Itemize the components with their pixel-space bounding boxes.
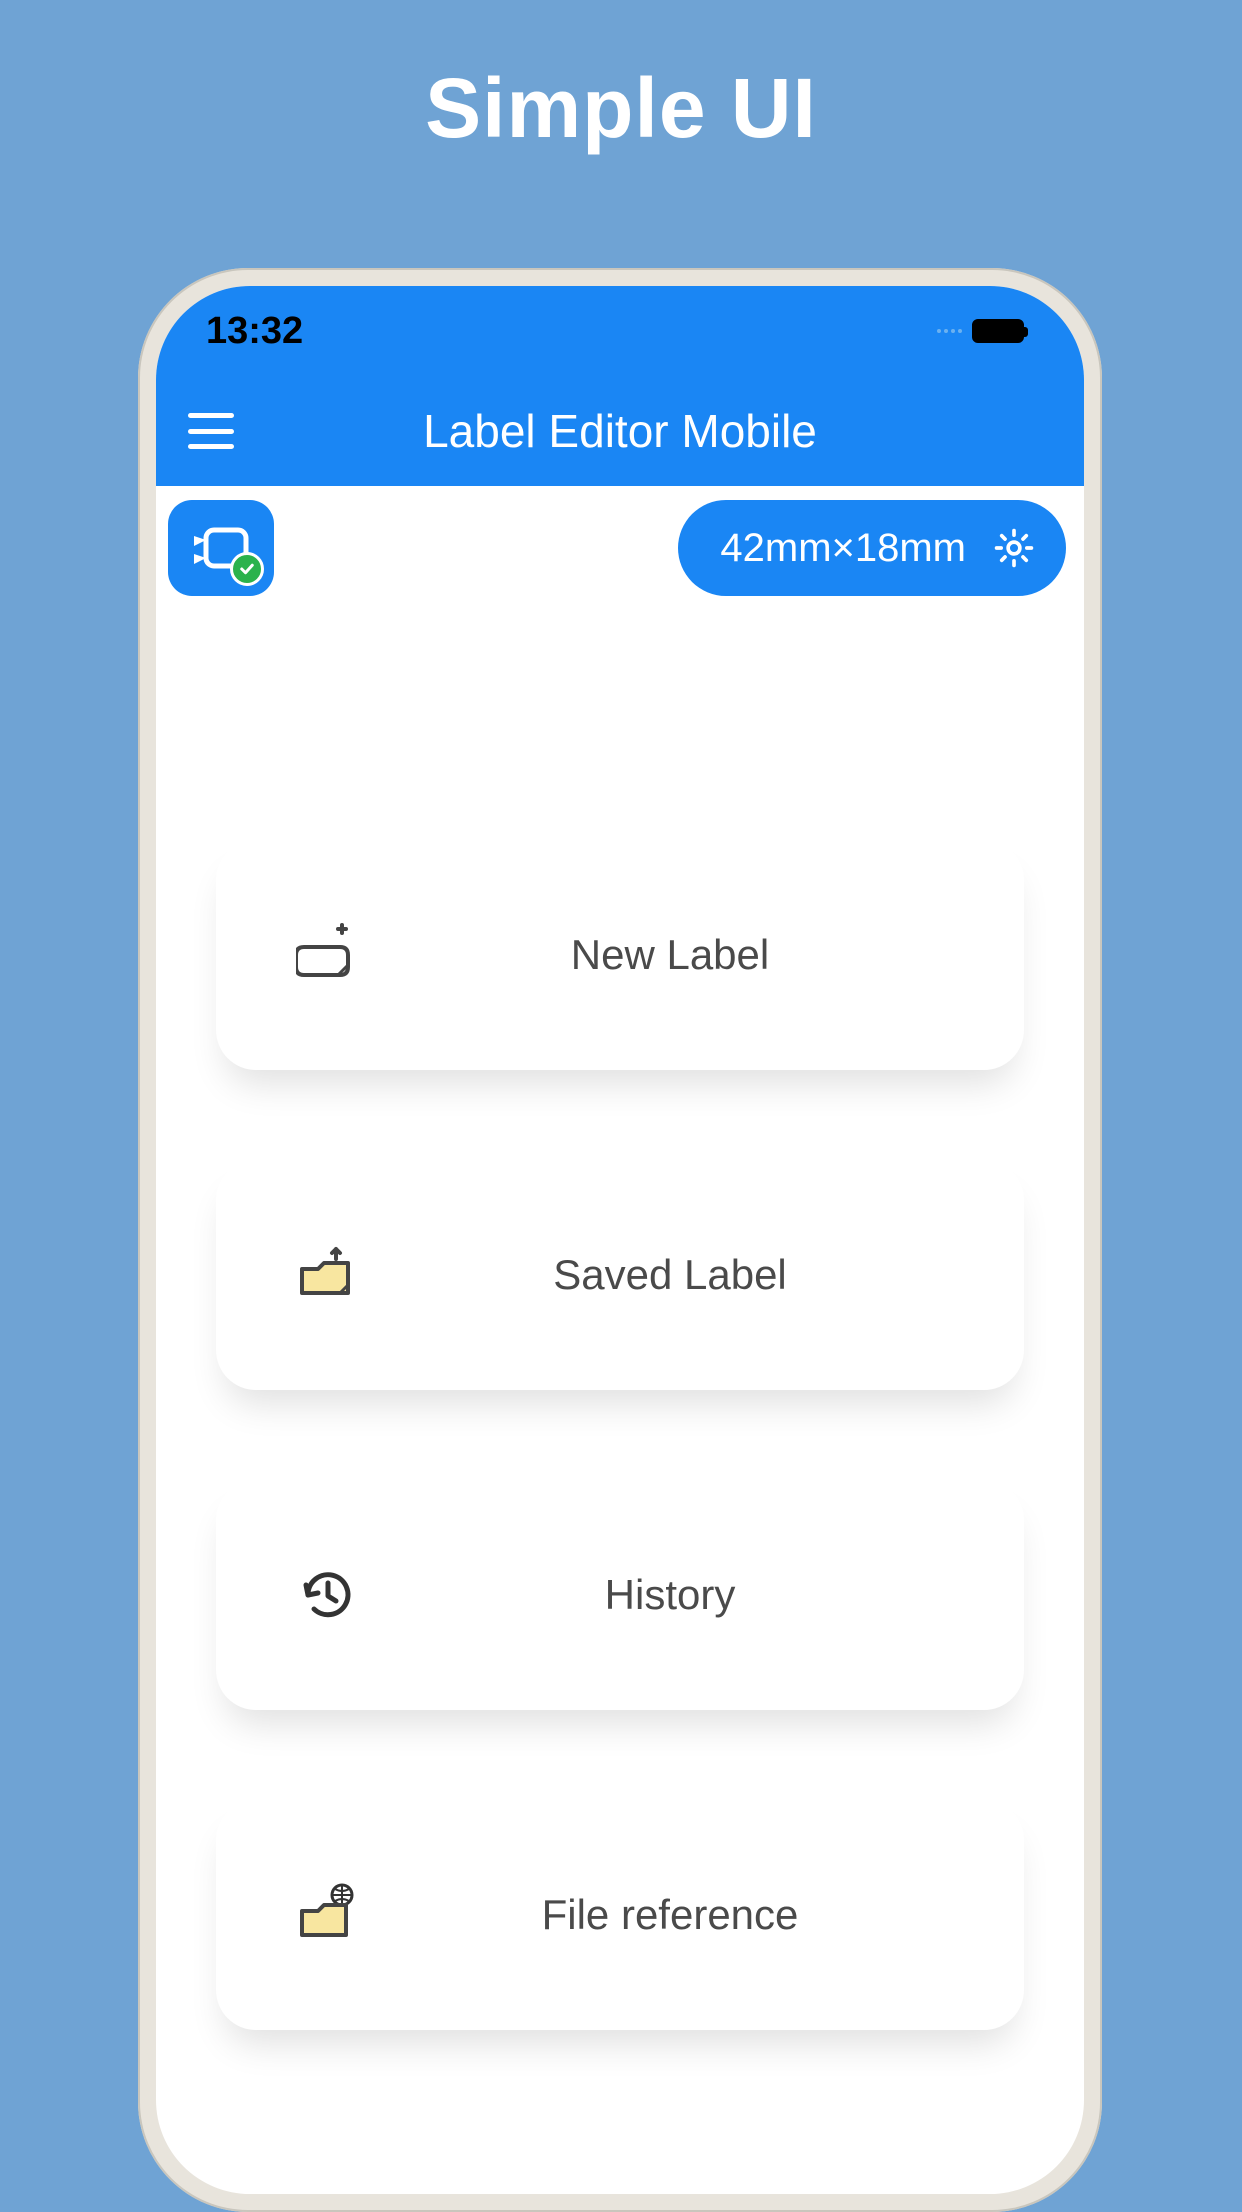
history-text: History — [356, 1571, 984, 1619]
gear-icon — [992, 526, 1036, 570]
check-icon — [230, 552, 264, 586]
main-menu: New Label Saved Label — [156, 610, 1084, 2030]
history-button[interactable]: History — [216, 1480, 1024, 1710]
status-time: 13:32 — [206, 310, 303, 353]
saved-label-text: Saved Label — [356, 1251, 984, 1299]
new-label-button[interactable]: New Label — [216, 840, 1024, 1070]
printer-status-button[interactable] — [168, 500, 274, 596]
status-icons — [937, 319, 1024, 343]
phone-screen: 13:32 Label Editor Mobile — [156, 286, 1084, 2194]
file-reference-text: File reference — [356, 1891, 984, 1939]
app-title: Label Editor Mobile — [188, 404, 1052, 458]
promo-title: Simple UI — [0, 0, 1242, 157]
new-label-text: New Label — [356, 931, 984, 979]
saved-label-button[interactable]: Saved Label — [216, 1160, 1024, 1390]
file-reference-button[interactable]: File reference — [216, 1800, 1024, 2030]
battery-icon — [972, 319, 1024, 343]
label-size-value: 42mm×18mm — [720, 526, 966, 571]
label-size-button[interactable]: 42mm×18mm — [678, 500, 1066, 596]
phone-frame: 13:32 Label Editor Mobile — [138, 268, 1102, 2212]
top-tool-row: 42mm×18mm — [156, 486, 1084, 610]
signal-icon — [937, 329, 962, 333]
status-bar: 13:32 — [156, 286, 1084, 376]
app-header: Label Editor Mobile — [156, 376, 1084, 486]
